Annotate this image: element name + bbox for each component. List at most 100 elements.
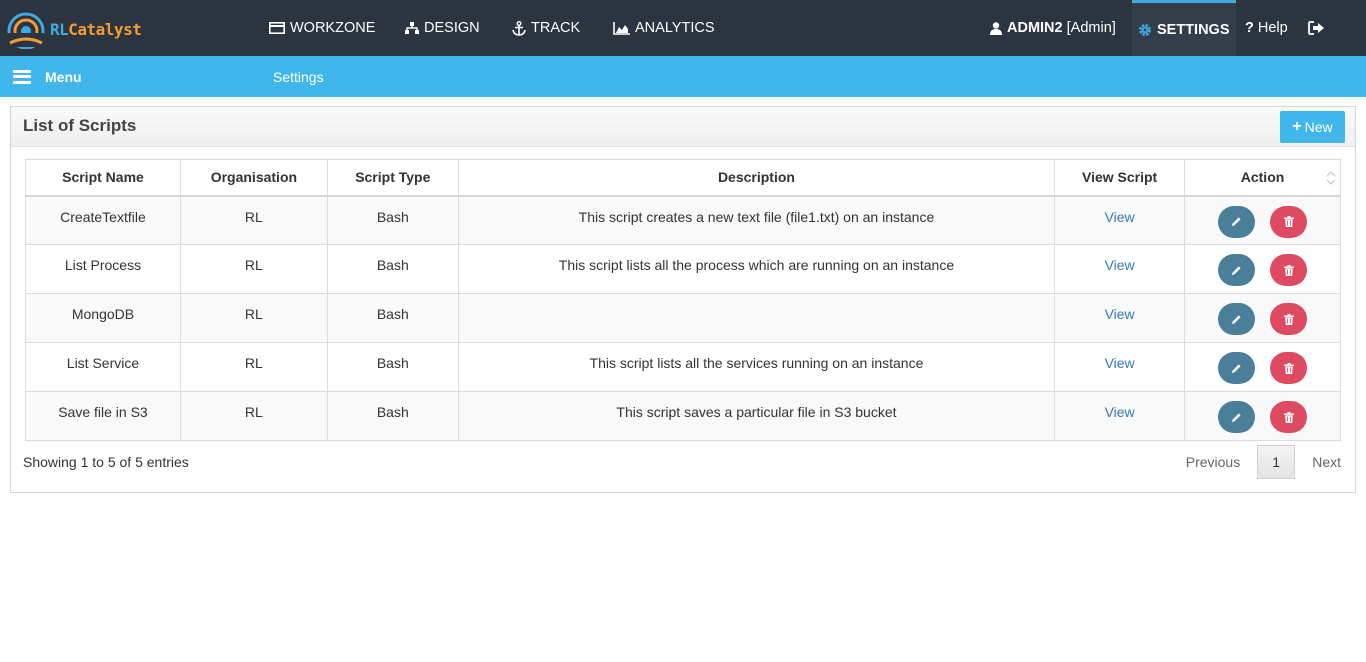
edit-script-button[interactable] <box>1218 352 1256 384</box>
user-icon <box>990 21 1002 35</box>
logo-icon <box>7 12 45 49</box>
new-script-button[interactable]: + New <box>1280 111 1345 143</box>
cell-script-type: Bash <box>326 342 459 392</box>
column-header-organisation[interactable]: Organisation <box>179 159 328 197</box>
gear-icon <box>1139 23 1151 36</box>
table-header-row: Script Name Organisation Script Type Des… <box>25 159 1341 197</box>
table-row: MongoDB RL Bash View <box>25 293 1341 343</box>
pagination: Previous 1 Next <box>1186 445 1341 479</box>
delete-script-button[interactable] <box>1270 352 1308 384</box>
nav-settings[interactable]: SETTINGS <box>1132 0 1236 56</box>
cell-view-script: View <box>1054 342 1186 392</box>
nav-analytics[interactable]: ANALYTICS <box>613 0 715 56</box>
delete-script-button[interactable] <box>1270 303 1308 335</box>
table-info: Showing 1 to 5 of 5 entries <box>23 454 189 470</box>
trash-icon <box>1283 411 1294 423</box>
nav-help[interactable]: ? Help <box>1245 0 1288 56</box>
menu-toggle-button[interactable]: Menu <box>13 56 82 97</box>
cell-actions <box>1184 342 1341 392</box>
cell-script-name: List Service <box>25 342 181 392</box>
cell-script-name: CreateTextfile <box>25 195 181 245</box>
sub-navbar: Menu Settings <box>0 56 1366 97</box>
user-menu[interactable]: ADMIN2 [Admin] <box>990 0 1116 56</box>
scripts-panel: List of Scripts + New Script Name Organi… <box>10 106 1356 493</box>
view-script-link[interactable]: View <box>1105 355 1135 371</box>
pencil-icon <box>1232 363 1241 373</box>
cell-script-name: MongoDB <box>25 293 181 343</box>
sort-icon <box>1326 171 1336 185</box>
sitemap-icon <box>405 21 419 34</box>
trash-icon <box>1283 313 1294 325</box>
cell-description: This script saves a particular file in S… <box>457 391 1056 441</box>
cell-organisation: RL <box>179 293 328 343</box>
delete-script-button[interactable] <box>1270 205 1308 238</box>
edit-script-button[interactable] <box>1218 303 1256 335</box>
nav-track[interactable]: TRACK <box>512 0 580 56</box>
brand-logo[interactable]: RLCatalyst <box>6 8 142 50</box>
cell-description: This script lists all the process which … <box>457 244 1056 294</box>
table-row: Save file in S3 RL Bash This script saves a… <box>25 391 1341 441</box>
trash-icon <box>1283 362 1294 374</box>
panel-header: List of Scripts + New <box>11 107 1355 147</box>
cell-view-script: View <box>1054 293 1186 343</box>
column-header-action[interactable]: Action <box>1184 159 1341 197</box>
cell-actions <box>1184 391 1341 441</box>
edit-script-button[interactable] <box>1218 401 1256 433</box>
cell-description <box>457 293 1056 343</box>
edit-script-button[interactable] <box>1218 205 1256 238</box>
top-navbar: RLCatalyst WORKZONE DESIGN TRACK ANALYTI… <box>0 0 1366 56</box>
cell-script-name: Save file in S3 <box>25 391 181 441</box>
card-icon <box>269 22 285 34</box>
nav-workzone[interactable]: WORKZONE <box>269 0 375 56</box>
area-chart-icon <box>613 21 630 35</box>
pencil-icon <box>1232 412 1241 422</box>
view-script-link[interactable]: View <box>1105 306 1135 322</box>
cell-description: This script lists all the services runni… <box>457 342 1056 392</box>
breadcrumb: Settings <box>273 68 324 85</box>
cell-script-name: List Process <box>25 244 181 294</box>
edit-script-button[interactable] <box>1218 254 1256 286</box>
cell-organisation: RL <box>179 244 328 294</box>
cell-script-type: Bash <box>326 293 459 343</box>
delete-script-button[interactable] <box>1270 401 1308 433</box>
cell-script-type: Bash <box>326 244 459 294</box>
cell-description: This script creates a new text file (fil… <box>457 195 1056 245</box>
column-header-script-type[interactable]: Script Type <box>326 159 459 197</box>
column-header-script-name[interactable]: Script Name <box>25 159 181 197</box>
plus-icon: + <box>1292 118 1302 135</box>
pencil-icon <box>1232 217 1241 226</box>
trash-icon <box>1283 216 1294 227</box>
view-script-link[interactable]: View <box>1105 404 1135 420</box>
trash-icon <box>1283 264 1294 276</box>
pagination-previous[interactable]: Previous <box>1186 454 1240 470</box>
pagination-next[interactable]: Next <box>1312 454 1341 470</box>
cell-view-script: View <box>1054 195 1186 245</box>
cell-organisation: RL <box>179 342 328 392</box>
cell-script-type: Bash <box>326 391 459 441</box>
cell-actions <box>1184 293 1341 343</box>
sign-out-icon <box>1308 21 1324 35</box>
column-header-description[interactable]: Description <box>457 159 1056 197</box>
panel-title: List of Scripts <box>23 116 137 135</box>
cell-view-script: View <box>1054 391 1186 441</box>
cell-organisation: RL <box>179 195 328 245</box>
pencil-icon <box>1232 314 1241 324</box>
view-script-link[interactable]: View <box>1105 257 1135 273</box>
scripts-table: Script Name Organisation Script Type Des… <box>25 159 1341 441</box>
pencil-icon <box>1232 265 1241 275</box>
logout-button[interactable] <box>1308 0 1330 56</box>
nav-design[interactable]: DESIGN <box>405 0 480 56</box>
question-icon: ? <box>1245 20 1254 36</box>
column-header-view-script[interactable]: View Script <box>1054 159 1186 197</box>
cell-actions <box>1184 244 1341 294</box>
pagination-page[interactable]: 1 <box>1257 445 1296 479</box>
table-row: List Service RL Bash This script lists all … <box>25 342 1341 392</box>
view-script-link[interactable]: View <box>1105 209 1135 225</box>
anchor-icon <box>512 20 526 36</box>
delete-script-button[interactable] <box>1270 254 1308 286</box>
table-body: CreateTextfile RL Bash This script creates … <box>25 195 1341 441</box>
brand-name: RLCatalyst <box>50 19 142 39</box>
cell-organisation: RL <box>179 391 328 441</box>
hamburger-icon <box>13 69 31 84</box>
table-row: CreateTextfile RL Bash This script creates … <box>25 195 1341 245</box>
